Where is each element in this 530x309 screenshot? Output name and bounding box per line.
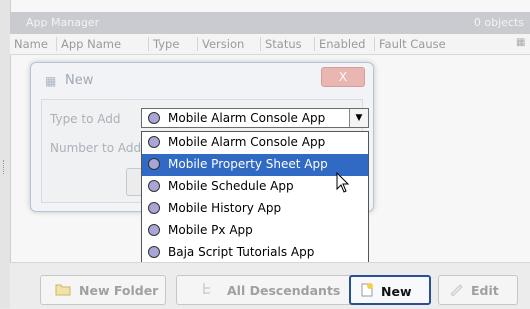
app-icon	[148, 136, 160, 148]
dropdown-option[interactable]: Mobile Schedule App	[142, 176, 368, 198]
app-icon	[148, 158, 160, 170]
app-icon	[148, 180, 160, 192]
app-icon	[148, 112, 160, 124]
type-select-value: Mobile Alarm Console App	[168, 111, 326, 125]
app-icon	[148, 224, 160, 236]
column-header-app-name[interactable]: App Name	[56, 37, 121, 51]
object-count: 0 objects	[473, 16, 524, 29]
dropdown-option-highlighted[interactable]: Mobile Property Sheet App	[142, 154, 368, 176]
manager-title-bar: App Manager 0 objects	[10, 12, 530, 34]
dropdown-option[interactable]: Baja Script Tutorials App	[142, 242, 368, 264]
type-to-add-label: Type to Add	[50, 112, 121, 126]
new-dialog-icon: ▦	[45, 74, 57, 88]
close-button[interactable]: X	[321, 67, 365, 87]
column-header-version[interactable]: Version	[197, 37, 244, 51]
mouse-cursor-icon	[336, 172, 350, 193]
column-header-name[interactable]: Name	[10, 37, 48, 51]
folder-icon	[55, 284, 71, 296]
type-select[interactable]: Mobile Alarm Console App ▼	[141, 108, 369, 128]
new-button[interactable]: New	[349, 275, 431, 305]
dropdown-option[interactable]: Mobile Alarm Console App	[142, 132, 368, 154]
app-icon	[148, 246, 160, 258]
app-icon	[148, 202, 160, 214]
all-descendants-button[interactable]: All Descendants	[176, 275, 354, 305]
column-header-enabled[interactable]: Enabled	[314, 37, 365, 51]
manager-title: App Manager	[26, 16, 100, 29]
dropdown-option[interactable]: Mobile Px App	[142, 220, 368, 242]
column-header-type[interactable]: Type	[148, 37, 179, 51]
grip-dots	[3, 160, 7, 174]
bottom-toolbar: New Folder All Descendants New Edit	[10, 262, 530, 309]
new-document-icon	[361, 283, 373, 297]
number-to-add-label: Number to Add	[50, 141, 142, 155]
hierarchy-icon	[203, 283, 210, 294]
column-header-status[interactable]: Status	[260, 37, 302, 51]
table-options-icon[interactable]: ▦	[512, 36, 530, 50]
chevron-down-icon[interactable]: ▼	[349, 109, 368, 127]
new-folder-button[interactable]: New Folder	[40, 275, 166, 305]
edit-icon	[450, 284, 463, 296]
edit-button[interactable]: Edit	[438, 275, 518, 305]
dropdown-option[interactable]: Mobile History App	[142, 198, 368, 220]
column-header-fault-cause[interactable]: Fault Cause	[374, 37, 446, 51]
dialog-title: ▦ New	[45, 73, 94, 88]
table-header: Name App Name Type Version Status Enable…	[10, 34, 530, 55]
type-dropdown-list: Mobile Alarm Console App Mobile Property…	[141, 131, 369, 265]
